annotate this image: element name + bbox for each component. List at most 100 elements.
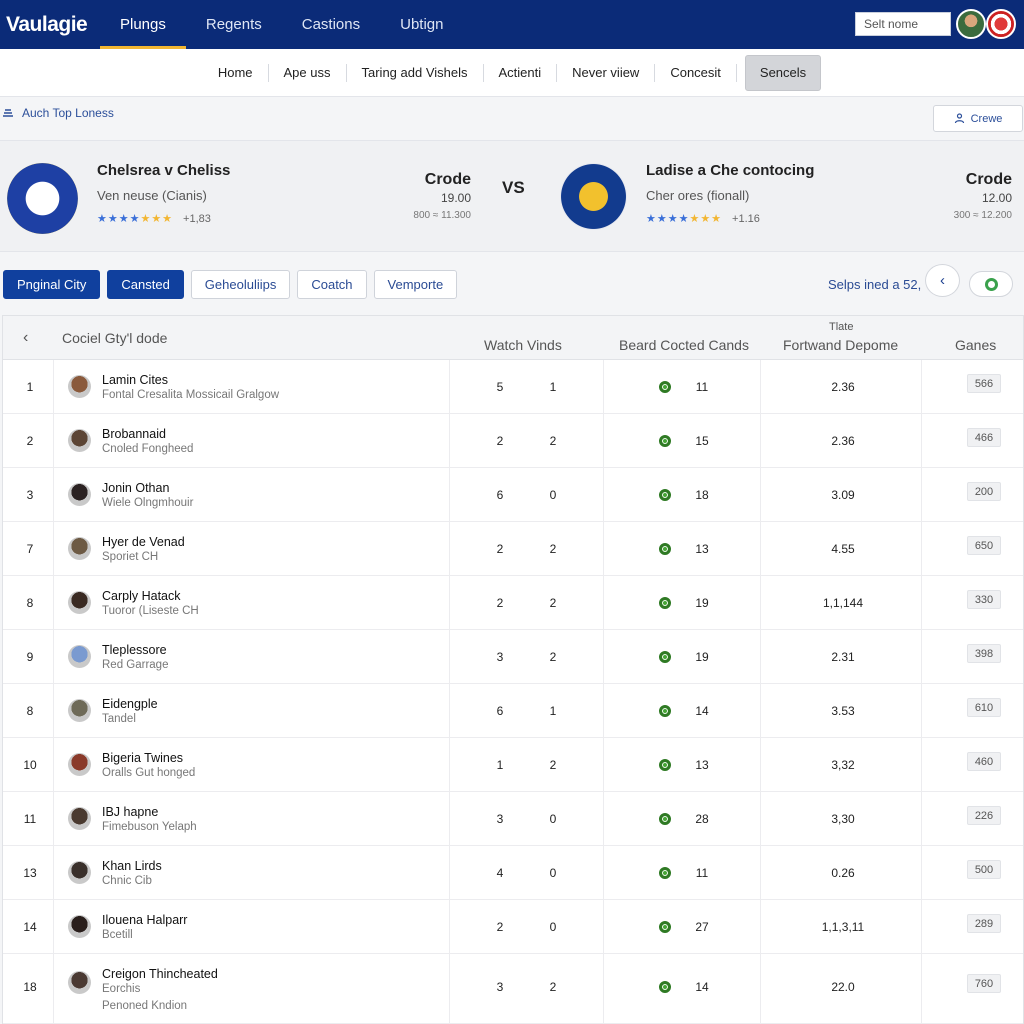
crewe-button-label: Crewe — [970, 112, 1003, 125]
rank-cell: 10 — [23, 758, 37, 772]
rank-cell: 1 — [26, 380, 34, 394]
player-club-secondary: Penoned Kndion — [102, 1000, 188, 1012]
player-name[interactable]: Eidengple — [102, 697, 158, 711]
table-row[interactable]: 18 Creigon Thincheated Eorchis Penoned Kndi… — [3, 954, 1023, 1024]
subnav-never-view[interactable]: Never viiew — [557, 63, 656, 82]
watch-value-2: 2 — [549, 758, 557, 772]
watch-value-2: 2 — [549, 650, 557, 664]
watch-value-1: 4 — [496, 866, 504, 880]
player-name[interactable]: Tleplessore — [102, 643, 167, 657]
table-row[interactable]: 8 Eidengple Tandel 6 1 14 3.53 610 — [3, 684, 1023, 738]
cards-value: 11 — [695, 380, 709, 394]
breadcrumb[interactable]: Auch Top Loness — [0, 106, 114, 120]
subnav-taring[interactable]: Taring add Vishels — [347, 63, 484, 82]
status-dot-icon — [659, 651, 671, 663]
player-avatar — [68, 915, 91, 938]
toggle-switch[interactable] — [969, 271, 1013, 297]
crewe-button[interactable]: Crewe — [933, 105, 1023, 132]
search-input[interactable]: Selt nome — [855, 12, 951, 36]
player-club: Fontal Cresalita Mossicail Gralgow — [102, 389, 280, 401]
tab-plungs[interactable]: Plungs — [100, 0, 186, 49]
player-name[interactable]: Jonin Othan — [102, 481, 169, 495]
rank-cell: 8 — [26, 596, 34, 610]
subnav-ape-uss[interactable]: Ape uss — [269, 63, 347, 82]
table-back-icon[interactable]: ‹ — [23, 329, 28, 347]
header-games[interactable]: Ganes — [955, 337, 996, 353]
table-row[interactable]: 2 Brobannaid Cnoled Fongheed 2 2 15 2.36 466 — [3, 414, 1023, 468]
player-club: Tandel — [102, 713, 136, 725]
versus-label: VS — [502, 178, 525, 197]
table-row[interactable]: 9 Tleplessore Red Garrage 3 2 19 2.31 398 — [3, 630, 1023, 684]
forward-value: 1,1,144 — [822, 596, 864, 610]
table-row[interactable]: 13 Khan Lirds Chnic Cib 4 0 11 0.26 500 — [3, 846, 1023, 900]
table-row[interactable]: 7 Hyer de Venad Sporiet CH 2 2 13 4.55 650 — [3, 522, 1023, 576]
table-row[interactable]: 1 Lamin Cites Fontal Cresalita Mossicail G… — [3, 360, 1023, 414]
filter-coatch[interactable]: Coatch — [297, 270, 367, 299]
watch-value-1: 2 — [496, 596, 504, 610]
watch-value-2: 0 — [549, 920, 557, 934]
subnav-home[interactable]: Home — [203, 63, 269, 82]
app-logo[interactable]: Vaulagie — [0, 13, 100, 37]
header-fwd[interactable]: Fortwand Depome — [783, 337, 898, 353]
table-row[interactable]: 8 Carply Hatack Tuoror (Liseste CH 2 2 19 1,1,… — [3, 576, 1023, 630]
home-score-label: Crode — [424, 171, 471, 188]
prev-page-button[interactable]: ‹ — [925, 264, 960, 297]
player-name[interactable]: Carply Hatack — [102, 589, 181, 603]
away-crest-icon — [560, 163, 627, 230]
player-name[interactable]: Khan Lirds — [102, 859, 162, 873]
player-club: Cnoled Fongheed — [102, 443, 194, 455]
rank-cell: 14 — [23, 920, 37, 934]
subnav-concesit[interactable]: Concesit — [655, 63, 737, 82]
player-avatar — [68, 537, 91, 560]
tab-ubtign[interactable]: Ubtign — [380, 0, 463, 49]
player-name[interactable]: Ilouena Halparr — [102, 913, 187, 927]
filter-geheoluliips[interactable]: Geheoluliips — [190, 270, 291, 299]
games-badge: 650 — [967, 536, 1001, 555]
user-avatar[interactable] — [956, 9, 986, 39]
home-venue: Ven neuse (Cianis) — [97, 188, 207, 203]
player-club: Eorchis — [102, 983, 141, 995]
subnav-sencels[interactable]: Sencels — [744, 54, 822, 91]
status-dot-icon — [659, 759, 671, 771]
home-crest-icon — [7, 163, 78, 234]
filter-vemporte[interactable]: Vemporte — [373, 270, 458, 299]
top-nav-tabs: Plungs Regents Castions Ubtign — [100, 0, 463, 49]
header-watch[interactable]: Watch Vinds — [484, 337, 562, 353]
status-dot-icon — [659, 435, 671, 447]
player-name[interactable]: Hyer de Venad — [102, 535, 185, 549]
subnav-actienti[interactable]: Actienti — [484, 63, 558, 82]
player-club: Bcetill — [102, 929, 133, 941]
cards-value: 15 — [695, 434, 709, 448]
tab-castions[interactable]: Castions — [282, 0, 380, 49]
away-stars: ★★★★★★★ — [646, 213, 723, 225]
home-rating-value: +1,83 — [183, 212, 211, 225]
away-team-title: Ladise a Che contocing — [646, 162, 815, 179]
away-range: 300 ≈ 12.200 — [953, 210, 1012, 221]
forward-value: 2.31 — [831, 650, 855, 664]
player-club: Tuoror (Liseste CH — [102, 605, 199, 617]
cards-value: 11 — [695, 866, 709, 880]
player-name[interactable]: Creigon Thincheated — [102, 967, 218, 981]
filter-pnginal-city[interactable]: Pnginal City — [3, 270, 101, 299]
table-row[interactable]: 10 Bigeria Twines Oralls Gut honged 1 2 13 3,3… — [3, 738, 1023, 792]
status-dot-icon — [659, 705, 671, 717]
games-badge: 398 — [967, 644, 1001, 663]
player-name[interactable]: Bigeria Twines — [102, 751, 183, 765]
player-name[interactable]: Brobannaid — [102, 427, 166, 441]
sub-nav: Home Ape uss Taring add Vishels Actienti… — [0, 49, 1024, 97]
rank-cell: 8 — [26, 704, 34, 718]
header-cards[interactable]: Beard Cocted Cands — [619, 337, 749, 353]
forward-value: 2.36 — [831, 380, 855, 394]
top-navbar: Vaulagie Plungs Regents Castions Ubtign … — [0, 0, 1024, 49]
filter-cansted[interactable]: Cansted — [107, 270, 184, 299]
table-row[interactable]: 11 IBJ hapne Fimebuson Yelaph 3 0 28 3,30 226 — [3, 792, 1023, 846]
table-row[interactable]: 14 Ilouena Halparr Bcetill 2 0 27 1,1,3,11 289 — [3, 900, 1023, 954]
table-row[interactable]: 3 Jonin Othan Wiele Olngmhouir 6 0 18 3.09 200 — [3, 468, 1023, 522]
rank-cell: 2 — [26, 434, 34, 448]
player-name[interactable]: IBJ hapne — [102, 805, 158, 819]
tab-regents[interactable]: Regents — [186, 0, 282, 49]
club-badge-icon[interactable] — [986, 9, 1016, 39]
player-name[interactable]: Lamin Cites — [102, 373, 168, 387]
games-badge: 330 — [967, 590, 1001, 609]
filter-summary: Selps ined a 52, — [828, 277, 922, 292]
